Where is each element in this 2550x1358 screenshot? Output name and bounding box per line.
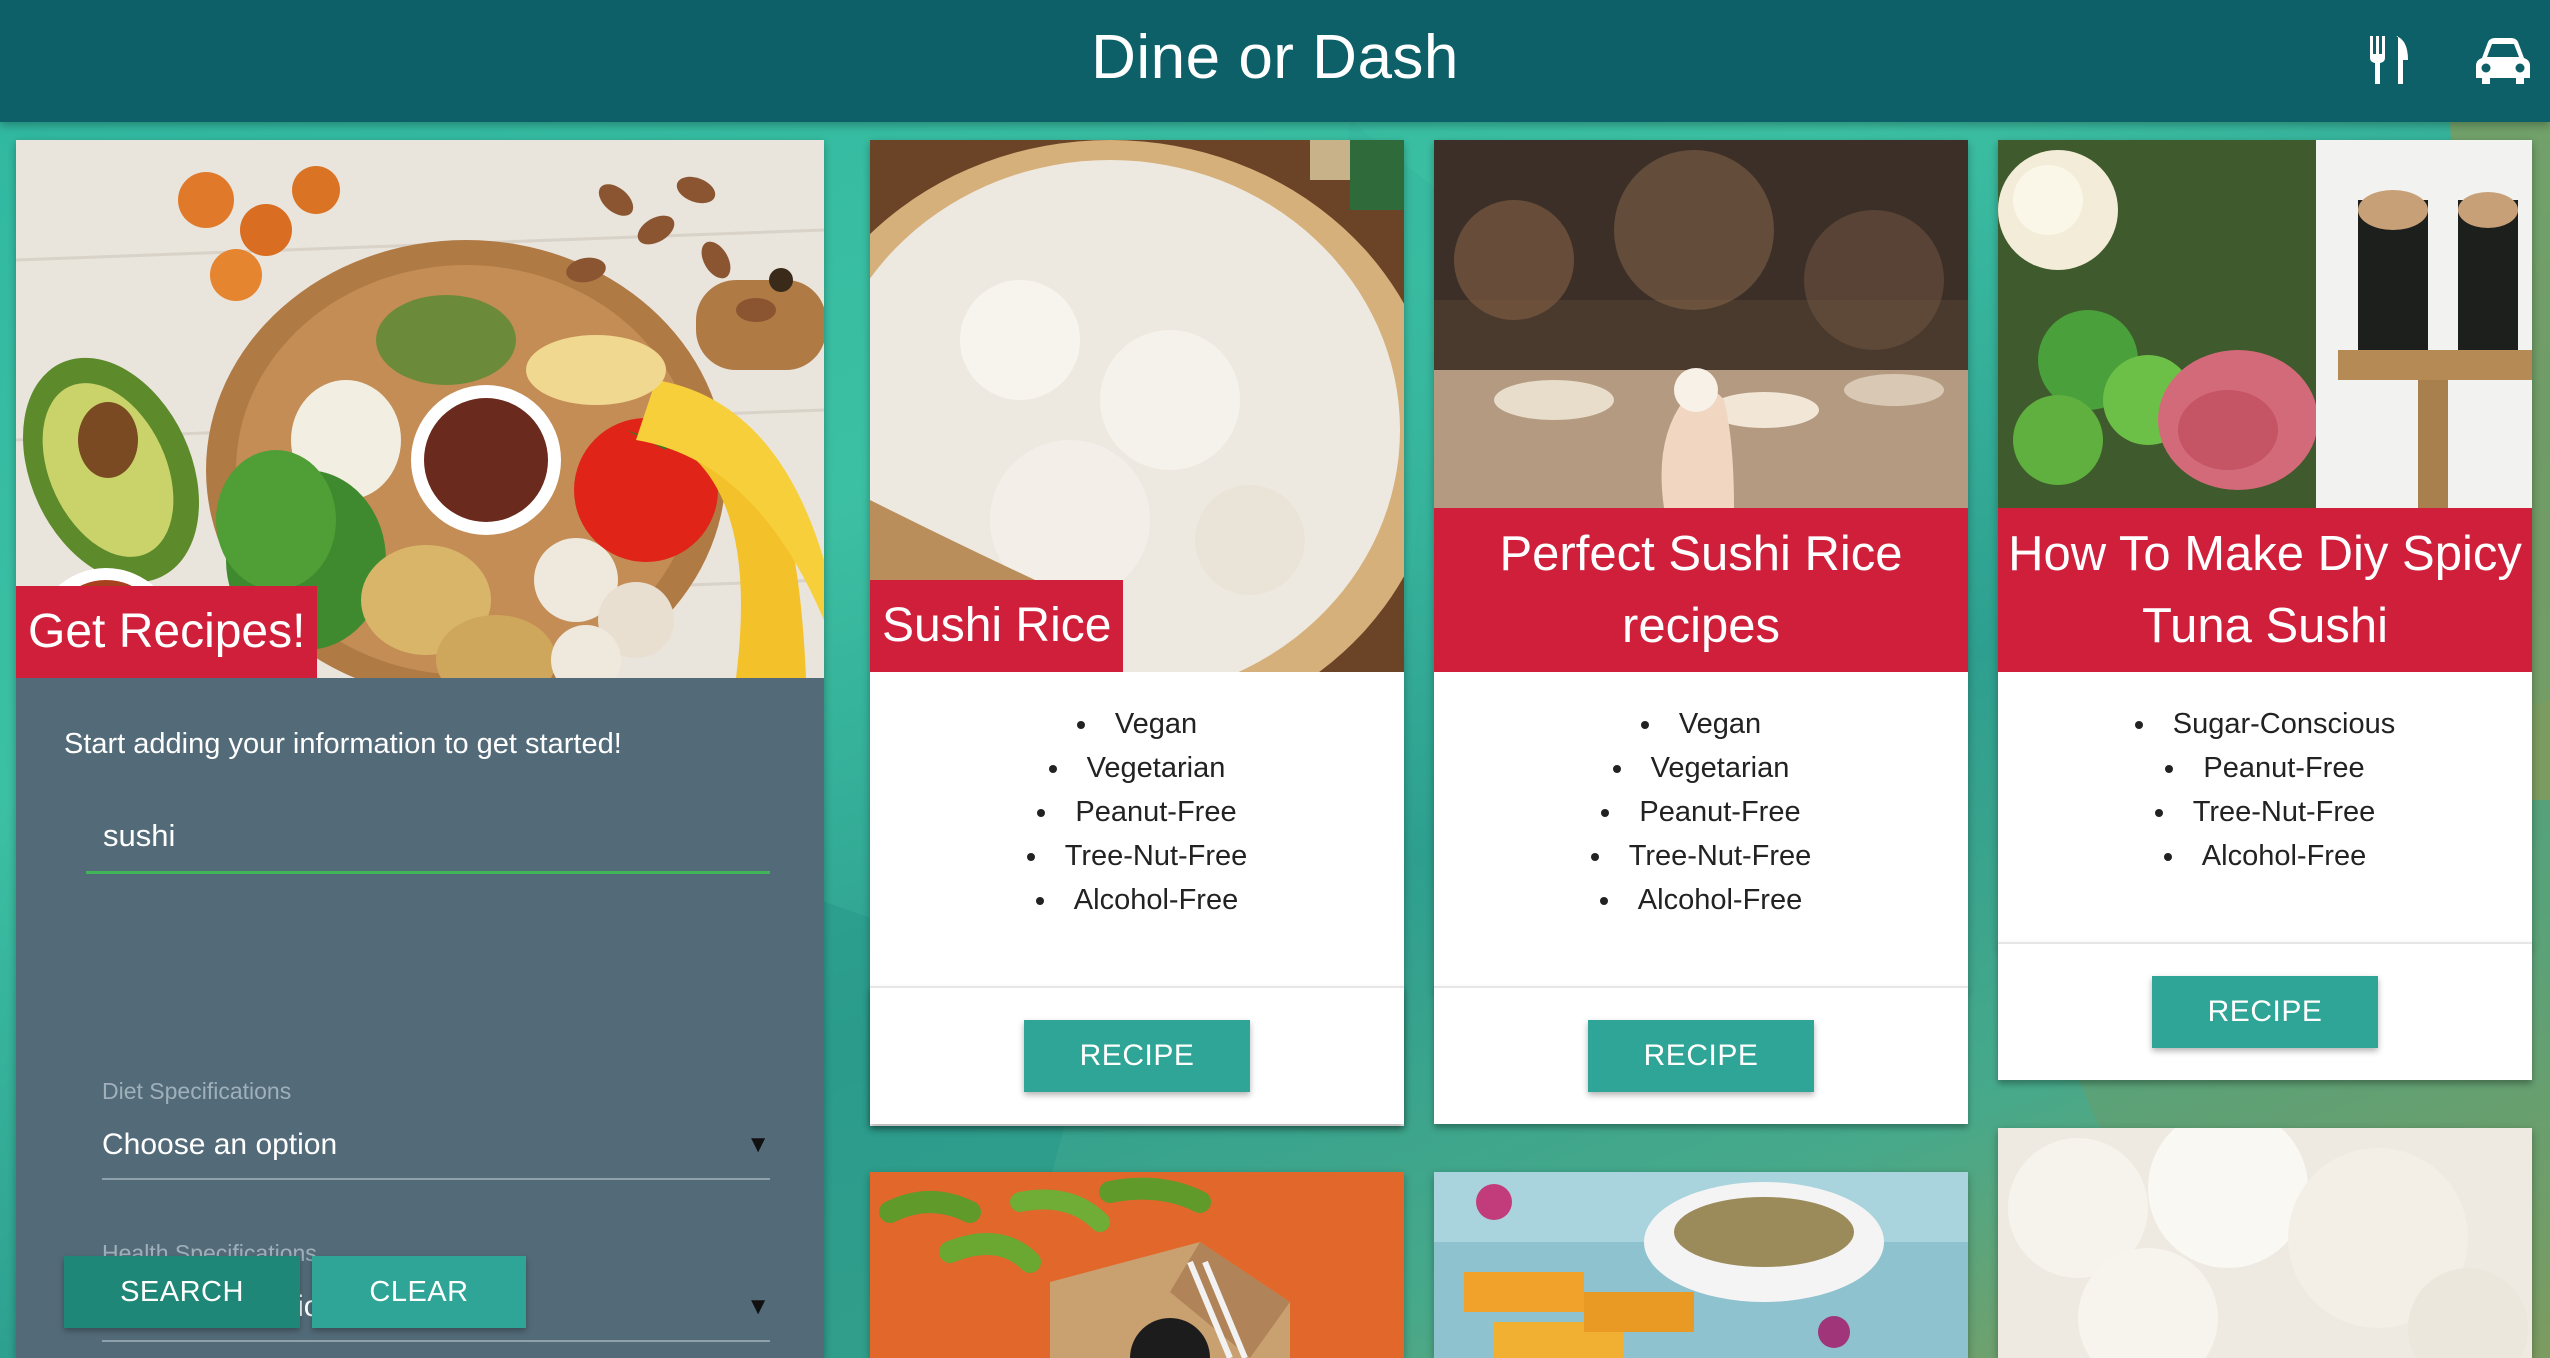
recipe-tag: Peanut-Free xyxy=(870,790,1404,834)
recipe-tags: Sugar-Conscious Peanut-Free Tree-Nut-Fre… xyxy=(1998,672,2532,946)
recipe-tag: Tree-Nut-Free xyxy=(1434,834,1968,878)
sushi-platter-image xyxy=(1434,1172,1968,1358)
app-title[interactable]: Dine or Dash xyxy=(0,0,2550,122)
spicy-tuna-image xyxy=(1998,140,2532,508)
recipe-tag: Vegan xyxy=(870,702,1404,746)
search-input[interactable] xyxy=(86,800,770,874)
recipe-tag: Alcohol-Free xyxy=(1998,834,2532,878)
recipe-card xyxy=(1998,1128,2532,1358)
recipe-tag: Tree-Nut-Free xyxy=(1998,790,2532,834)
recipe-title[interactable]: Sushi Rice xyxy=(870,580,1124,672)
clear-button[interactable]: CLEAR xyxy=(312,1256,526,1328)
recipe-card xyxy=(1434,1172,1968,1358)
recipe-card: Sushi Rice Vegan Vegetarian Peanut-Free … xyxy=(870,140,1404,1126)
edamame-sushi-image xyxy=(870,1172,1404,1358)
car-icon[interactable] xyxy=(2472,32,2534,88)
recipe-tag: Alcohol-Free xyxy=(870,878,1404,922)
recipe-tag: Vegetarian xyxy=(1434,746,1968,790)
dropdown-arrow-icon: ▼ xyxy=(746,1131,770,1158)
panel-title: Get Recipes! xyxy=(16,586,318,678)
intro-text: Start adding your information to get sta… xyxy=(64,728,622,760)
white-rice-image xyxy=(1998,1128,2532,1358)
fork-knife-icon[interactable] xyxy=(2364,32,2420,88)
recipe-tag: Vegetarian xyxy=(870,746,1404,790)
recipe-card-footer: RECIPE xyxy=(1434,986,1968,1124)
recipe-tag: Alcohol-Free xyxy=(1434,878,1968,922)
recipe-card xyxy=(870,1172,1404,1358)
recipe-card: How To Make Diy Spicy Tuna Sushi Sugar-C… xyxy=(1998,140,2532,946)
recipe-title[interactable]: How To Make Diy Spicy Tuna Sushi xyxy=(1998,508,2532,672)
recipe-card-footer: RECIPE xyxy=(870,986,1404,1124)
recipe-tags: Vegan Vegetarian Peanut-Free Tree-Nut-Fr… xyxy=(1434,672,1968,990)
divider xyxy=(1434,986,1968,988)
recipe-tag: Sugar-Conscious xyxy=(1998,702,2532,746)
recipe-card-footer: RECIPE xyxy=(1998,942,2532,1080)
divider xyxy=(870,986,1404,988)
recipe-button[interactable]: RECIPE xyxy=(1024,1020,1250,1092)
recipe-tag: Tree-Nut-Free xyxy=(870,834,1404,878)
search-panel: Get Recipes! Start adding your informati… xyxy=(16,140,824,1358)
diet-selected-value: Choose an option xyxy=(102,1128,338,1161)
recipe-button[interactable]: RECIPE xyxy=(2152,976,2378,1048)
dropdown-arrow-icon: ▼ xyxy=(746,1293,770,1320)
top-navbar: Dine or Dash xyxy=(0,0,2550,122)
sushi-rice-image: Sushi Rice xyxy=(870,140,1404,672)
divider xyxy=(1998,942,2532,944)
sushi-plate-image xyxy=(1434,140,1968,508)
recipe-card: Perfect Sushi Rice recipes Vegan Vegetar… xyxy=(1434,140,1968,990)
diet-label: Diet Specifications xyxy=(102,1078,292,1104)
recipe-tag: Peanut-Free xyxy=(1434,790,1968,834)
recipe-button[interactable]: RECIPE xyxy=(1588,1020,1814,1092)
diet-select[interactable]: Choose an option ▼ xyxy=(102,1110,770,1180)
recipe-tag: Vegan xyxy=(1434,702,1968,746)
search-button[interactable]: SEARCH xyxy=(64,1256,300,1328)
recipe-title[interactable]: Perfect Sushi Rice recipes xyxy=(1434,508,1968,672)
recipe-tag: Peanut-Free xyxy=(1998,746,2532,790)
